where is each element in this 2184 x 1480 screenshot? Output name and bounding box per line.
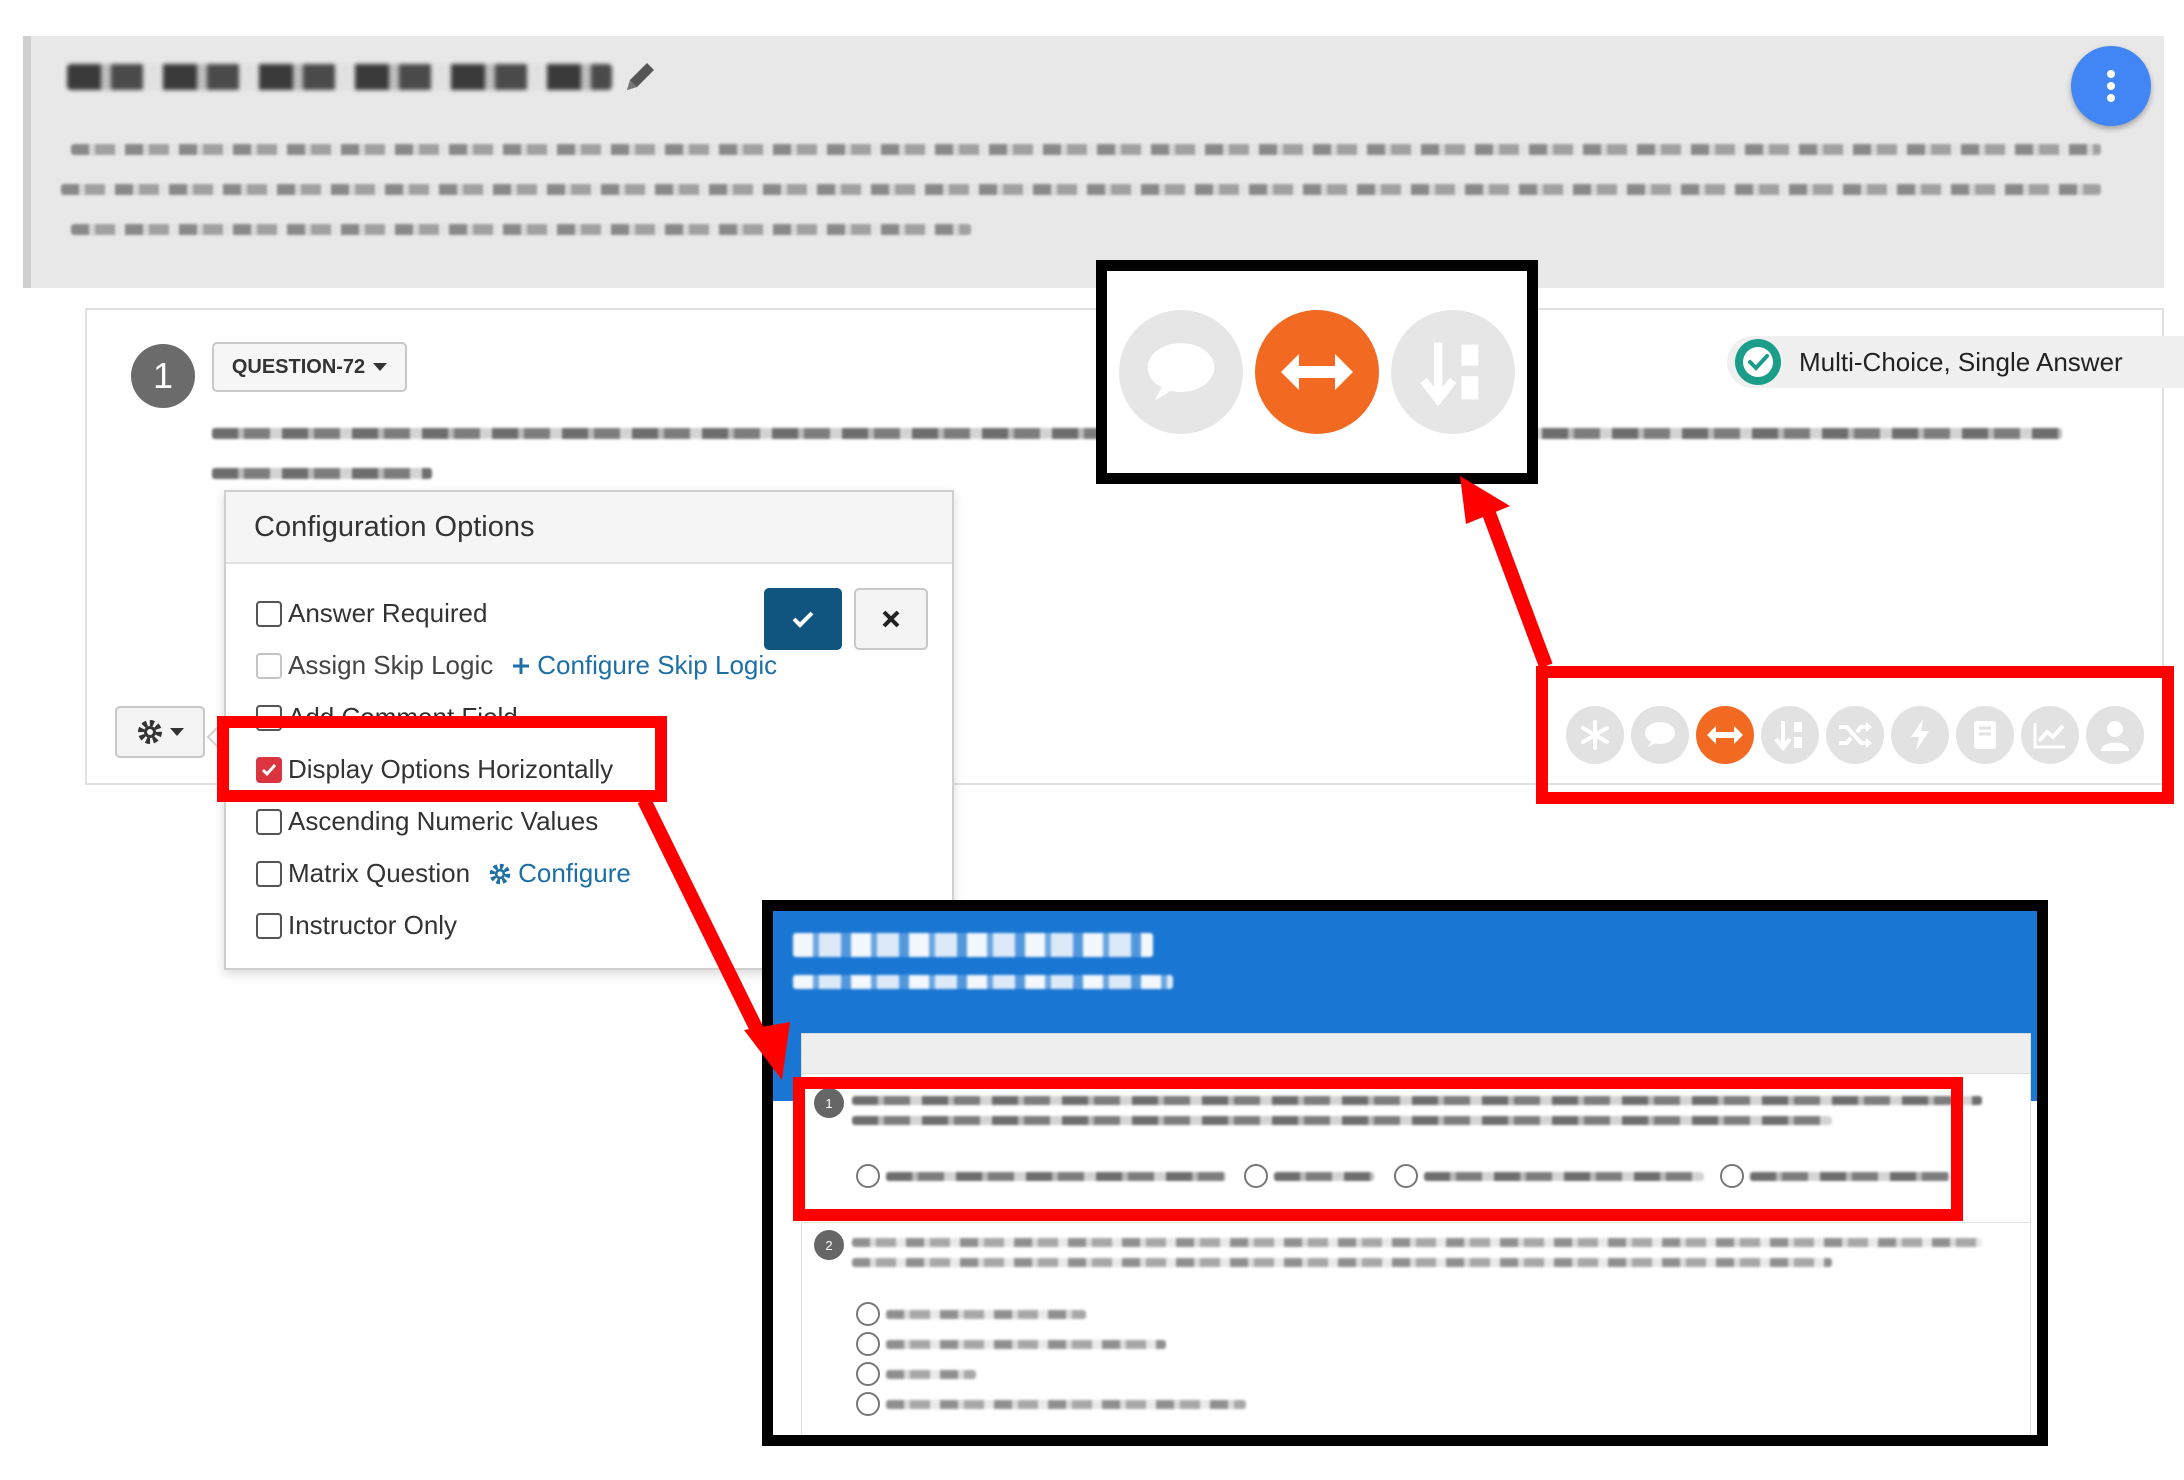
checkbox[interactable] <box>256 600 282 627</box>
question-type-badge: Multi-Choice, Single Answer <box>1727 336 2184 388</box>
more-options-button[interactable] <box>2071 46 2151 126</box>
section-header <box>23 36 2164 288</box>
divider <box>802 1222 2030 1223</box>
question-id-dropdown[interactable]: QUESTION-72 <box>212 342 407 392</box>
check-circle-icon <box>1735 339 1781 385</box>
highlight-preview-horizontal <box>793 1077 1963 1221</box>
comment-icon <box>1119 310 1243 434</box>
preview-question-text <box>852 1258 1832 1267</box>
preview-option-text <box>886 1310 1086 1319</box>
question-text-line <box>212 468 432 479</box>
checkbox <box>256 652 282 679</box>
checkbox[interactable] <box>256 808 282 835</box>
preview-title-redacted <box>793 933 1153 957</box>
question-type-label: Multi-Choice, Single Answer <box>1799 346 2123 377</box>
option-matrix-question[interactable]: Matrix Question Configure <box>256 858 631 889</box>
preview-subtitle-redacted <box>793 975 1173 989</box>
preview-radio <box>856 1302 880 1326</box>
kebab-icon <box>2107 70 2115 102</box>
preview-option-text <box>886 1370 976 1379</box>
confirm-button[interactable] <box>764 588 842 650</box>
preview-radio <box>856 1362 880 1386</box>
question-id-label: QUESTION-72 <box>231 355 366 378</box>
settings-dropdown-button[interactable] <box>115 706 205 758</box>
preview-question-number: 2 <box>814 1230 844 1260</box>
gear-icon <box>138 720 162 744</box>
option-answer-required[interactable]: Answer Required <box>256 598 487 629</box>
zoomed-icons-callout <box>1096 260 1538 484</box>
preview-tab-bar <box>802 1034 2030 1074</box>
preview-radio <box>856 1392 880 1416</box>
arrows-horizontal-icon <box>1255 310 1379 434</box>
check-icon <box>792 611 814 628</box>
caret-down-icon <box>373 363 388 371</box>
highlight-display-horizontally <box>217 716 667 802</box>
cancel-button[interactable] <box>854 588 928 650</box>
preview-question-text <box>852 1238 1982 1247</box>
panel-title: Configuration Options <box>226 492 952 564</box>
checkbox[interactable] <box>256 912 282 939</box>
description-line <box>61 184 2101 195</box>
close-icon <box>882 610 900 628</box>
preview-option-text <box>886 1340 1166 1349</box>
option-instructor-only[interactable]: Instructor Only <box>256 910 457 941</box>
description-line <box>71 144 2101 155</box>
survey-preview-callout: 1 2 <box>762 900 2048 1446</box>
pencil-icon[interactable] <box>621 56 661 96</box>
caret-down-icon <box>170 728 184 736</box>
configure-matrix-link[interactable]: Configure <box>488 858 631 889</box>
highlight-feature-icons <box>1536 666 2174 804</box>
section-title-redacted <box>67 64 612 90</box>
checkbox[interactable] <box>256 860 282 887</box>
preview-radio <box>856 1332 880 1356</box>
question-number: 1 <box>131 344 195 408</box>
sort-numeric-icon <box>1391 310 1515 434</box>
option-assign-skip-logic: Assign Skip Logic Configure Skip Logic <box>256 650 777 681</box>
preview-option-text <box>886 1400 1246 1409</box>
configure-skip-logic-link[interactable]: Configure Skip Logic <box>511 650 777 681</box>
option-ascending-numeric[interactable]: Ascending Numeric Values <box>256 806 598 837</box>
plus-icon <box>513 657 530 674</box>
gear-icon <box>489 863 511 884</box>
description-line <box>71 224 971 235</box>
